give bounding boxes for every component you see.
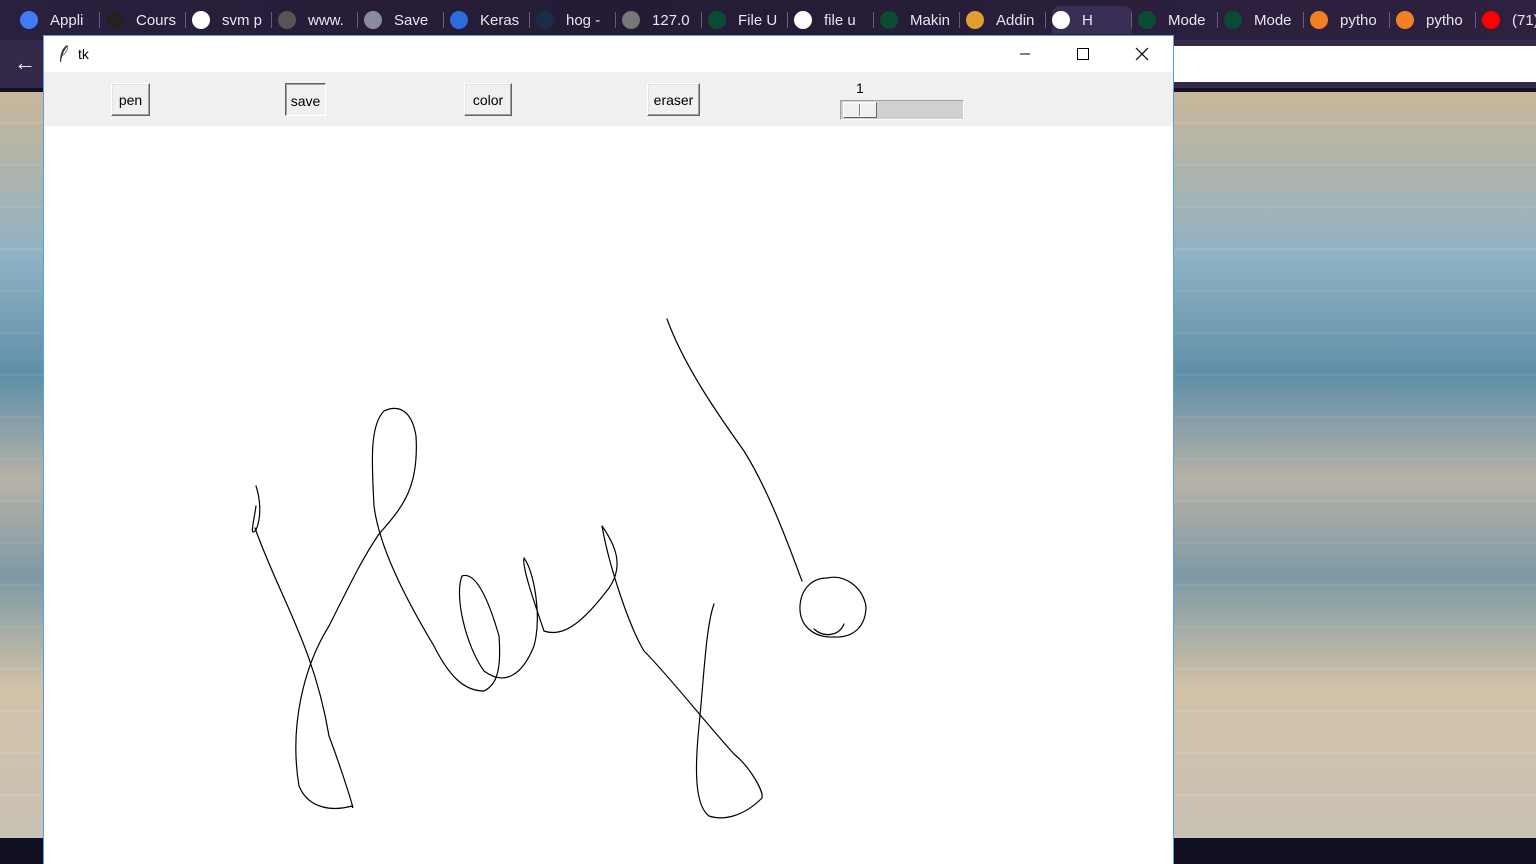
browser-tab-label: Keras <box>480 11 520 29</box>
background-image-right <box>1494 92 1536 838</box>
pen-button[interactable]: pen <box>111 83 150 116</box>
tab-separator <box>99 12 100 28</box>
browser-tab-label: Cours <box>136 11 177 29</box>
browser-tab-label: File U <box>738 11 778 29</box>
tab-separator <box>1045 12 1046 28</box>
back-arrow-icon[interactable]: ← <box>14 52 36 74</box>
maximize-icon <box>1077 48 1089 60</box>
browser-tab[interactable]: svm p <box>192 6 272 34</box>
browser-tab[interactable]: www. <box>278 6 358 34</box>
background-image <box>1174 92 1494 838</box>
browser-tab-label: www. <box>308 11 344 29</box>
k-icon <box>278 11 296 29</box>
tab-separator <box>873 12 874 28</box>
tab-separator <box>787 12 788 28</box>
tab-separator <box>701 12 702 28</box>
tab-separator <box>271 12 272 28</box>
tab-separator <box>1131 12 1132 28</box>
browser-tab[interactable]: pytho <box>1310 6 1390 34</box>
browser-tab-label: pytho <box>1340 11 1377 29</box>
stackoverflow-icon <box>1310 11 1328 29</box>
browser-tab-label: Makin <box>910 11 951 29</box>
infinity-icon <box>20 11 38 29</box>
pen-size-value: 1 <box>856 80 864 96</box>
globe-icon <box>622 11 640 29</box>
pen-size-slider-thumb[interactable] <box>843 102 877 118</box>
pen-stroke <box>251 407 763 819</box>
browser-tab-label: svm p <box>222 11 263 29</box>
browser-tab[interactable]: (71) <box>1482 6 1536 34</box>
background-image-left <box>0 92 44 838</box>
django-icon <box>1224 11 1242 29</box>
minimize-button[interactable] <box>996 36 1054 72</box>
browser-tab-label: Save <box>394 11 429 29</box>
django-icon <box>1138 11 1156 29</box>
browser-tab-label: Addin <box>996 11 1035 29</box>
browser-tab-bar: Appli Cours svm p www. Save Keras hog - 127.0 Fi… <box>0 0 1536 40</box>
browser-tab[interactable]: Save <box>364 6 444 34</box>
tab-separator <box>959 12 960 28</box>
save-button[interactable]: save <box>285 83 326 116</box>
close-icon <box>1135 47 1149 61</box>
tab-separator <box>357 12 358 28</box>
person-icon <box>536 11 554 29</box>
drawing-canvas[interactable] <box>44 126 1173 864</box>
tab-separator <box>1475 12 1476 28</box>
minimize-icon <box>1020 53 1030 55</box>
pen-stroke <box>666 318 803 582</box>
browser-tab[interactable]: H <box>1052 6 1132 34</box>
tab-separator <box>529 12 530 28</box>
django-icon <box>708 11 726 29</box>
close-button[interactable] <box>1113 36 1171 72</box>
browser-tab-label: Mode <box>1168 11 1206 29</box>
browser-tab-label: hog - <box>566 11 601 29</box>
browser-tab-label: Mode <box>1254 11 1292 29</box>
github-icon <box>106 11 124 29</box>
pen-stroke <box>799 576 867 638</box>
tab-separator <box>1217 12 1218 28</box>
browser-tab-label: pytho <box>1426 11 1463 29</box>
browser-tab[interactable]: hog - <box>536 6 616 34</box>
browser-tab-label: (71) <box>1512 11 1536 29</box>
pen-size-slider[interactable] <box>840 100 964 120</box>
keras-icon <box>450 11 468 29</box>
browser-tab[interactable]: Makin <box>880 6 960 34</box>
browser-tab-label: H <box>1082 11 1093 29</box>
google-icon <box>794 11 812 29</box>
title-bar[interactable]: tk <box>44 36 1173 72</box>
tab-separator <box>185 12 186 28</box>
browser-tab-label: 127.0 <box>652 11 690 29</box>
save-page-icon <box>364 11 382 29</box>
eraser-button[interactable]: eraser <box>647 83 700 116</box>
browser-tab[interactable]: pytho <box>1396 6 1476 34</box>
browser-tab[interactable]: Appli <box>20 6 100 34</box>
browser-tab[interactable]: Keras <box>450 6 530 34</box>
stackoverflow-icon <box>1396 11 1414 29</box>
avatar-icon <box>966 11 984 29</box>
color-button[interactable]: color <box>464 83 512 116</box>
browser-tab[interactable]: file u <box>794 6 874 34</box>
window-title: tk <box>78 46 89 62</box>
browser-tab[interactable]: File U <box>708 6 788 34</box>
browser-tab[interactable]: Cours <box>106 6 186 34</box>
maximize-button[interactable] <box>1054 36 1112 72</box>
tab-separator <box>1389 12 1390 28</box>
globe-icon <box>1052 11 1070 29</box>
browser-tab[interactable]: Addin <box>966 6 1046 34</box>
browser-tab-label: file u <box>824 11 856 29</box>
browser-tab-label: Appli <box>50 11 84 29</box>
address-bar[interactable] <box>1174 46 1536 82</box>
browser-tab[interactable]: Mode <box>1224 6 1304 34</box>
browser-tab[interactable]: Mode <box>1138 6 1218 34</box>
tab-separator <box>1303 12 1304 28</box>
tool-bar: pen save color eraser 1 <box>44 72 1173 126</box>
tab-separator <box>443 12 444 28</box>
tk-window: tk pen save color eraser 1 <box>43 35 1174 864</box>
tk-feather-icon <box>60 44 69 62</box>
google-icon <box>192 11 210 29</box>
youtube-icon <box>1482 11 1500 29</box>
django-icon <box>880 11 898 29</box>
browser-tab[interactable]: 127.0 <box>622 6 702 34</box>
tab-separator <box>615 12 616 28</box>
